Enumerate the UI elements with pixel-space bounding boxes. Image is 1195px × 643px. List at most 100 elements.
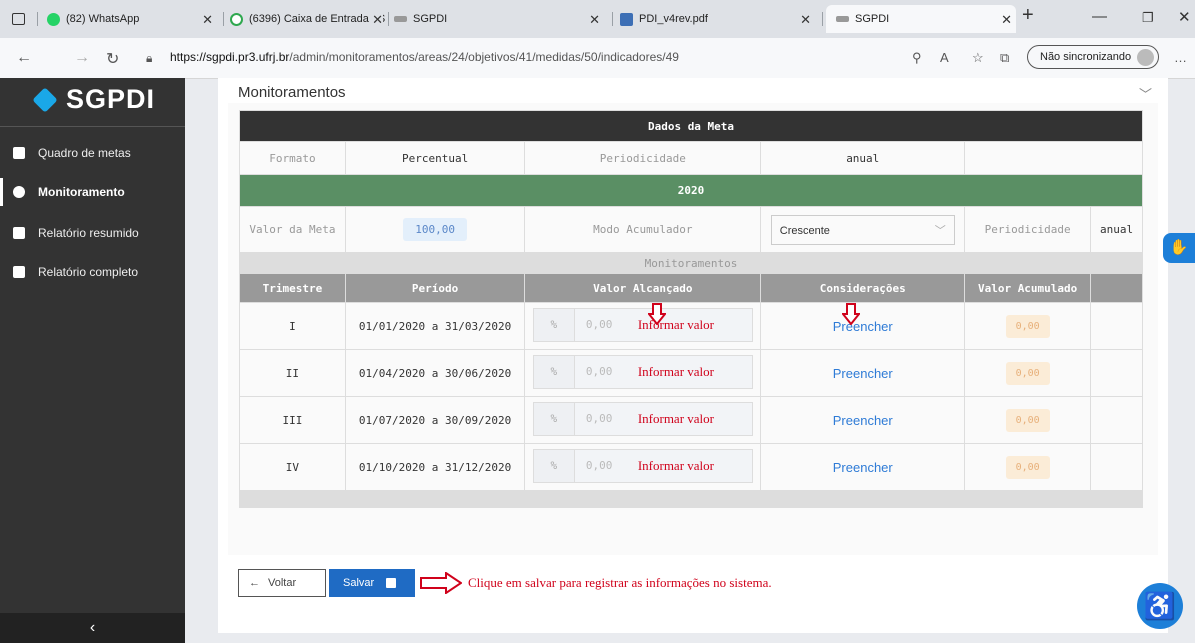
reload-icon[interactable]: ↻ (106, 49, 119, 69)
monitoramentos-card: Monitoramentos ﹀ Dados da Meta Formato P… (218, 78, 1168, 633)
read-aloud-icon[interactable]: A (940, 50, 949, 65)
periodicidade-value: anual (760, 141, 966, 175)
periodicidade-label: Periodicidade (964, 206, 1092, 253)
sidebar: SGPDI Quadro de metas Monitoramento Rela… (0, 78, 185, 643)
page-title: Monitoramentos (238, 84, 346, 101)
document-icon (13, 227, 25, 239)
collapse-sidebar-button[interactable]: ‹ (0, 613, 185, 643)
valor-alcancado-input[interactable]: % 0,00 Informar valor (532, 448, 753, 483)
tab-pdf[interactable]: PDI_v4rev.pdf ✕ (620, 5, 815, 33)
chevron-left-icon: ‹ (89, 619, 96, 636)
zoom-icon[interactable]: ⚲ (912, 50, 922, 66)
lock-icon[interactable]: 🔒︎ (146, 51, 152, 66)
eye-icon (13, 186, 25, 198)
close-icon[interactable]: ✕ (202, 12, 213, 28)
sync-button[interactable]: Não sincronizando (1027, 45, 1159, 69)
preencher-link[interactable]: Preencher (833, 366, 893, 381)
tab-label: (6396) Caixa de Entrada | SC (249, 13, 385, 25)
tab-inbox[interactable]: (6396) Caixa de Entrada | SC ✕ (230, 5, 385, 33)
column-header (1090, 273, 1143, 303)
periodo-cell: 01/10/2020 a 31/12/2020 (344, 443, 526, 491)
close-icon[interactable]: ✕ (589, 12, 600, 28)
preencher-link[interactable]: Preencher (833, 413, 893, 428)
valor-placeholder: 0,00 (585, 364, 613, 378)
avatar (1137, 49, 1154, 66)
modo-acumulador-label: Modo Acumulador (524, 206, 762, 253)
tab-sgpdi-active[interactable]: SGPDI ✕ (826, 5, 1016, 33)
back-icon[interactable]: ← (16, 49, 32, 67)
formato-label: Formato (239, 141, 346, 175)
accessibility-icon[interactable]: ♿ (1137, 583, 1183, 629)
sidebar-item-label: Quadro de metas (38, 146, 131, 160)
vlibras-icon[interactable]: ✋ (1163, 233, 1195, 263)
empty-cell (1090, 302, 1143, 350)
new-tab-icon[interactable]: + (1022, 4, 1034, 27)
back-button[interactable]: ← Voltar (238, 569, 326, 597)
favorites-icon[interactable]: ☆ (972, 50, 984, 66)
restore-icon[interactable]: ❐ (1142, 10, 1154, 26)
close-icon[interactable]: ✕ (370, 12, 383, 28)
trimestre-cell: III (239, 396, 346, 444)
tab-sgpdi[interactable]: SGPDI ✕ (394, 5, 604, 33)
sidebar-item-relatorio-completo[interactable]: Relatório completo (0, 258, 185, 286)
collections-icon[interactable]: ⧉ (1000, 50, 1009, 66)
url-host: https://sgpdi.pr3.ufrj.br (170, 50, 290, 64)
close-icon[interactable]: ✕ (800, 12, 811, 28)
arrow-right-icon (420, 572, 462, 594)
empty-cell (964, 141, 1143, 175)
url-path: /admin/monitoramentos/areas/24/objetivos… (289, 50, 679, 64)
chevron-down-icon[interactable]: ﹀ (1139, 84, 1152, 103)
tab-label: SGPDI (413, 13, 448, 25)
logo-mark-icon (32, 86, 58, 113)
tab-separator (612, 12, 613, 26)
informar-valor-annotation: Informar valor (637, 410, 714, 426)
close-icon[interactable]: ✕ (1001, 12, 1012, 28)
tab-separator (223, 12, 224, 26)
address-bar: ← → ↻ 🔒︎ https://sgpdi.pr3.ufrj.br/admin… (0, 38, 1195, 79)
mail-icon (230, 12, 243, 26)
modo-acumulador-value: Crescente (779, 224, 830, 237)
table-row: III 01/07/2020 a 30/09/2020 % 0,00 Informa… (239, 396, 1143, 444)
periodo-cell: 01/04/2020 a 30/06/2020 (344, 349, 526, 397)
valor-alcancado-input[interactable]: % 0,00 Informar valor (532, 307, 753, 342)
sidebar-item-label: Relatório resumido (38, 226, 139, 240)
document-icon (13, 266, 25, 278)
dados-meta-header: Dados da Meta (239, 110, 1143, 142)
minimize-icon[interactable]: — (1092, 8, 1107, 25)
arrow-down-icon (648, 303, 666, 325)
modo-acumulador-select[interactable]: Crescente ﹀ (770, 214, 955, 245)
forward-icon[interactable]: → (74, 49, 90, 67)
table-row: II 01/04/2020 a 30/06/2020 % 0,00 Informar… (239, 349, 1143, 397)
informar-valor-annotation: Informar valor (637, 363, 714, 379)
valor-alcancado-input[interactable]: % 0,00 Informar valor (532, 401, 753, 436)
sidebar-item-label: Monitoramento (38, 185, 125, 199)
sidebar-item-relatorio-resumido[interactable]: Relatório resumido (0, 219, 185, 247)
more-icon[interactable]: … (1174, 50, 1187, 65)
meta-table: Dados da Meta Formato Percentual Periodi… (239, 110, 1143, 508)
periodo-cell: 01/07/2020 a 30/09/2020 (344, 396, 526, 444)
app-logo[interactable]: SGPDI (32, 84, 155, 115)
periodicidade-label: Periodicidade (524, 141, 762, 175)
url-field[interactable]: https://sgpdi.pr3.ufrj.br/admin/monitora… (170, 50, 679, 64)
save-button[interactable]: Salvar (329, 569, 415, 597)
sidebar-item-label: Relatório completo (38, 265, 139, 279)
save-instruction: Clique em salvar para registrar as infor… (420, 569, 772, 597)
preencher-link[interactable]: Preencher (833, 460, 893, 475)
tab-actions-icon[interactable] (12, 5, 36, 33)
valor-meta-label: Valor da Meta (239, 206, 346, 253)
back-label: Voltar (268, 577, 297, 589)
valor-alcancado-input[interactable]: % 0,00 Informar valor (532, 354, 753, 389)
trimestre-cell: I (239, 302, 346, 350)
empty-cell (1090, 443, 1143, 491)
percent-addon: % (533, 402, 575, 435)
table-row: I 01/01/2020 a 31/03/2020 % 0,00 Informar … (239, 302, 1143, 350)
sidebar-item-monitoramento[interactable]: Monitoramento (0, 178, 188, 206)
tab-label: (82) WhatsApp (66, 13, 140, 25)
save-label: Salvar (343, 577, 375, 589)
tab-separator (822, 12, 823, 26)
window-close-icon[interactable]: ✕ (1178, 8, 1191, 26)
column-header: Trimestre (239, 273, 346, 303)
sidebar-item-quadro-de-metas[interactable]: Quadro de metas (0, 139, 185, 167)
tab-whatsapp[interactable]: (82) WhatsApp ✕ (47, 5, 217, 33)
empty-cell (1090, 349, 1143, 397)
